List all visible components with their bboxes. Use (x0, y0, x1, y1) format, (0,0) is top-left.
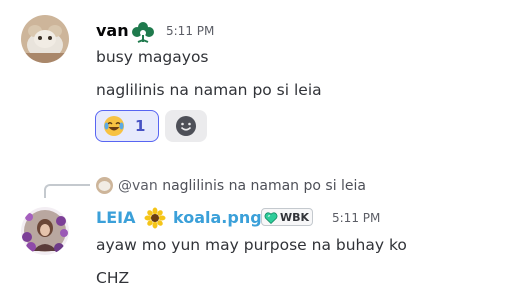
avatar-van[interactable] (21, 15, 69, 63)
sunflower-icon (144, 207, 166, 229)
message-timestamp: 5:11 PM (166, 24, 215, 38)
heart-icon (264, 210, 278, 225)
server-tag-label: WBK (280, 210, 310, 224)
author-name-van[interactable]: van (96, 21, 129, 41)
reaction-count: 1 (135, 117, 146, 135)
reply-preview[interactable]: @van naglilinis na naman po si leia (118, 178, 366, 194)
reply-avatar (96, 177, 113, 194)
secondary-name[interactable]: koala.png (173, 208, 262, 228)
add-reaction-button[interactable] (165, 110, 207, 142)
reply-quoted-text: naglilinis na naman po si leia (162, 178, 367, 194)
message-text: busy magayos (96, 48, 209, 66)
joy-emoji-icon (103, 115, 125, 137)
reply-author[interactable]: @van (118, 178, 158, 194)
message-text: ayaw mo yun may purpose na buhay ko (96, 236, 407, 254)
reaction-joy[interactable]: 1 (95, 110, 159, 142)
clover-badge-icon (130, 21, 156, 43)
message-timestamp: 5:11 PM (332, 211, 381, 225)
add-emoji-icon (175, 115, 197, 137)
author-name-leia[interactable]: LEIA (96, 208, 135, 228)
message-text: naglilinis na naman po si leia (96, 81, 322, 99)
reply-spine (44, 184, 90, 198)
server-tag[interactable]: WBK (261, 208, 314, 226)
message-text: CHZ (96, 269, 130, 287)
avatar-leia[interactable] (21, 207, 69, 255)
